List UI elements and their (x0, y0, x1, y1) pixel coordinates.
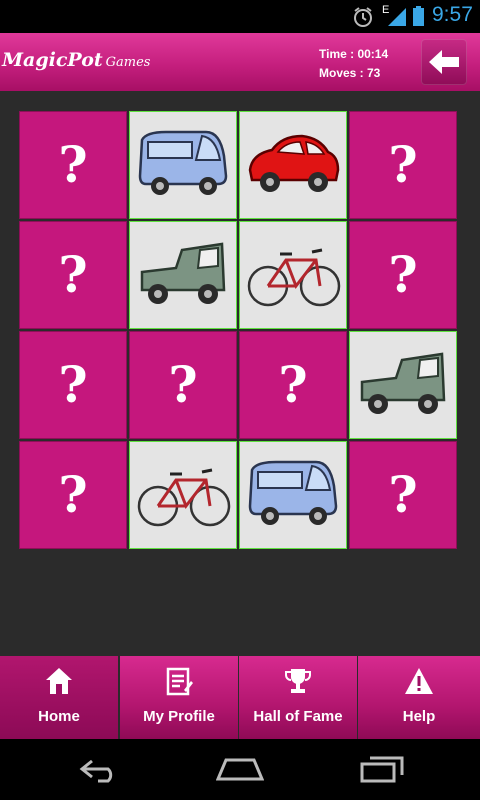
tab-help[interactable]: Help (358, 656, 480, 739)
bicycle-icon (247, 248, 341, 307)
back-arrow-icon (429, 50, 459, 74)
status-bar: E 9:57 (0, 0, 480, 33)
warning-icon (405, 668, 433, 694)
hidden-card[interactable]: ? (19, 221, 127, 329)
question-mark: ? (58, 355, 88, 414)
tab-home[interactable]: Home (0, 656, 118, 739)
van-icon (138, 130, 228, 195)
tab-hall-of-fame-label: Hall of Fame (253, 708, 343, 725)
alarm-clock-icon (354, 7, 372, 27)
moves-text: Moves : 73 (319, 66, 381, 80)
revealed-card-bicycle[interactable] (239, 221, 347, 329)
revealed-card-bicycle[interactable] (129, 441, 237, 549)
signal-icon (388, 8, 406, 26)
hidden-card[interactable]: ? (19, 441, 127, 549)
app-header: MagicPot Games Time : 00:14 Moves : 73 (0, 33, 480, 91)
tab-home-label: Home (38, 708, 80, 725)
question-mark: ? (388, 465, 418, 524)
van-icon (248, 460, 338, 525)
hidden-card[interactable]: ? (349, 441, 457, 549)
revealed-card-van[interactable] (239, 441, 347, 549)
jeep-icon (140, 242, 226, 304)
revealed-card-van[interactable] (129, 111, 237, 219)
car-icon (248, 134, 340, 192)
question-mark: ? (168, 355, 198, 414)
jeep-icon (360, 352, 446, 414)
question-mark: ? (388, 245, 418, 304)
home-icon (46, 668, 72, 694)
trophy-icon (285, 669, 311, 693)
tab-help-label: Help (402, 708, 436, 725)
hidden-card[interactable]: ? (19, 111, 127, 219)
game-board: ????????? (19, 111, 459, 551)
question-mark: ? (58, 245, 88, 304)
hidden-card[interactable]: ? (19, 331, 127, 439)
recents-nav-icon[interactable] (360, 755, 404, 783)
battery-icon (413, 6, 424, 26)
tab-hall-of-fame[interactable]: Hall of Fame (239, 656, 357, 739)
status-time: 9:57 (432, 3, 473, 26)
home-nav-icon[interactable] (216, 757, 264, 781)
hidden-card[interactable]: ? (349, 111, 457, 219)
timer-text: Time : 00:14 (319, 47, 389, 61)
hidden-card[interactable]: ? (349, 221, 457, 329)
profile-icon (166, 667, 193, 696)
question-mark: ? (388, 135, 418, 194)
hidden-card[interactable]: ? (239, 331, 347, 439)
bicycle-icon (137, 468, 231, 527)
logo-brand: MagicPot (2, 49, 103, 71)
tab-my-profile-label: My Profile (143, 708, 215, 725)
logo-sub: Games (105, 55, 151, 70)
revealed-card-jeep[interactable] (129, 221, 237, 329)
system-nav-bar (0, 739, 480, 800)
question-mark: ? (58, 465, 88, 524)
revealed-card-jeep[interactable] (349, 331, 457, 439)
question-mark: ? (58, 135, 88, 194)
hidden-card[interactable]: ? (129, 331, 237, 439)
question-mark: ? (278, 355, 308, 414)
app-logo: MagicPot Games (2, 49, 150, 71)
back-button[interactable] (421, 39, 467, 85)
tab-my-profile[interactable]: My Profile (120, 656, 238, 739)
revealed-card-car[interactable] (239, 111, 347, 219)
game-stats: Time : 00:14 Moves : 73 (319, 45, 388, 83)
bottom-tab-bar: Home My Profile Hall of Fame Help (0, 656, 480, 739)
back-nav-icon[interactable] (78, 757, 122, 783)
